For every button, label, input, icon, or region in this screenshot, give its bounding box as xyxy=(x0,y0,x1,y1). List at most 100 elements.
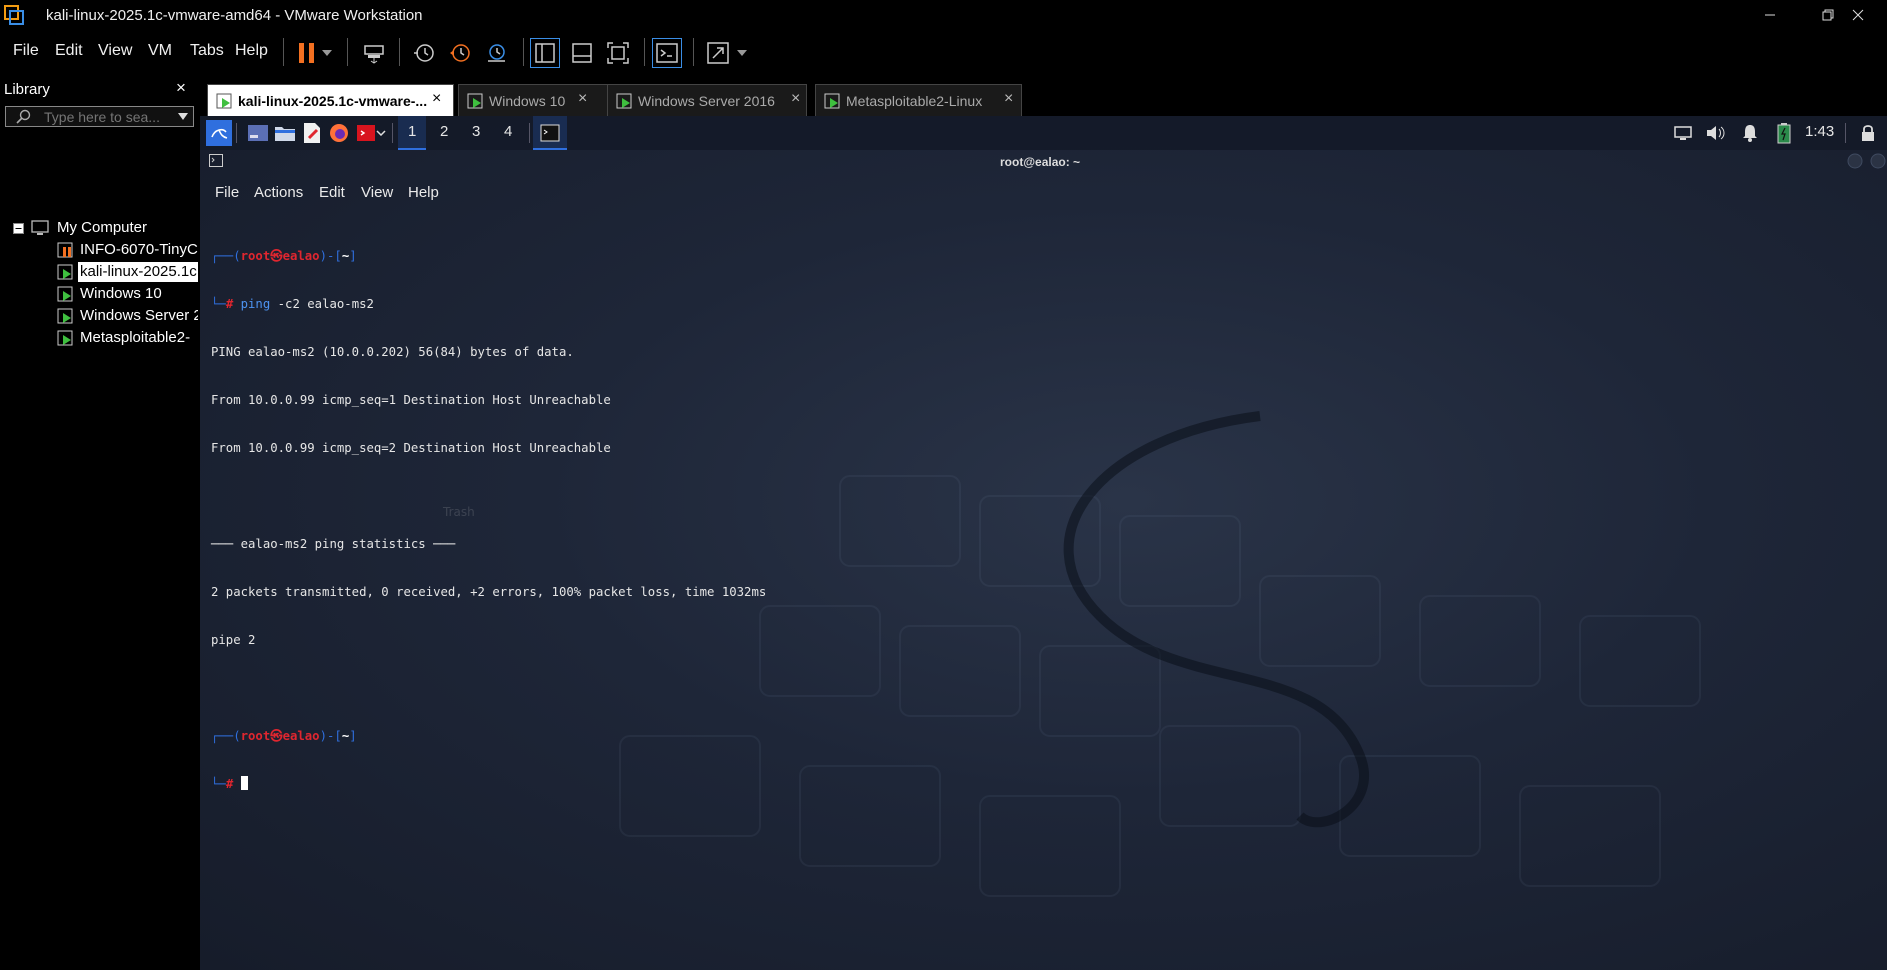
prompt-hash: # xyxy=(225,777,234,791)
kali-menu-icon[interactable] xyxy=(206,120,232,146)
library-header: Library × xyxy=(0,74,198,104)
prompt-open: ┌──( xyxy=(211,249,241,263)
thumbnail-view-icon[interactable] xyxy=(567,38,597,68)
tree-vm-item[interactable]: INFO-6070-TinyC xyxy=(57,240,198,260)
lock-icon[interactable] xyxy=(1855,120,1881,146)
vm-running-icon xyxy=(824,93,840,109)
firefox-icon[interactable] xyxy=(326,120,352,146)
minimize-icon[interactable] xyxy=(1741,0,1799,30)
menu-toolbar: File Edit View VM Tabs Help xyxy=(0,30,1887,74)
prompt-user: root xyxy=(240,729,271,743)
terminal-menu-edit[interactable]: Edit xyxy=(319,184,345,201)
workspace-2[interactable]: 2 xyxy=(440,123,448,140)
panel-clock[interactable]: 1:43 xyxy=(1805,123,1834,140)
fullscreen-icon[interactable] xyxy=(603,38,633,68)
menu-help[interactable]: Help xyxy=(235,42,268,60)
tab-close-icon[interactable]: × xyxy=(432,90,441,108)
battery-icon[interactable] xyxy=(1771,120,1797,146)
tree-vm-label: INFO-6070-TinyC xyxy=(80,241,198,258)
library-close-icon[interactable]: × xyxy=(176,78,186,98)
tab-close-icon[interactable]: × xyxy=(1004,90,1013,108)
file-manager-icon[interactable] xyxy=(272,120,298,146)
panel-separator xyxy=(1845,123,1846,143)
vm-tabbar: kali-linux-2025.1c-vmware-... × Windows … xyxy=(200,74,1887,116)
tree-vm-label: Windows 10 xyxy=(80,285,162,302)
library-panel: Library × My Computer INFO-6070-TinyC ka… xyxy=(0,74,198,970)
volume-icon[interactable] xyxy=(1703,120,1729,146)
tree-vm-item[interactable]: Windows Server 2 xyxy=(57,306,198,326)
stretch-guest-icon[interactable] xyxy=(703,38,733,68)
prompt-line-4: └─# xyxy=(211,776,1811,792)
menu-view[interactable]: View xyxy=(98,42,132,60)
terminal-maximize-icon[interactable] xyxy=(1870,153,1886,169)
collapse-icon[interactable] xyxy=(13,223,24,234)
terminal-output[interactable]: ┌──(root㉿ealao)-[~] └─# ping -c2 ealao-m… xyxy=(211,216,1811,824)
tree-vm-label: Windows Server 2 xyxy=(80,307,198,324)
workspace-3[interactable]: 3 xyxy=(472,123,480,140)
vm-tab-kali[interactable]: kali-linux-2025.1c-vmware-... × xyxy=(207,84,454,116)
prompt-line-3: ┌──(root㉿ealao)-[~] xyxy=(211,728,1811,744)
tab-label: Windows 10 xyxy=(489,93,566,109)
toolbar-separator xyxy=(399,38,400,66)
terminal-minimize-icon[interactable] xyxy=(1847,153,1863,169)
vm-running-icon xyxy=(467,93,483,109)
prompt-user: root xyxy=(240,249,271,263)
dropdown-arrow-icon[interactable] xyxy=(733,38,751,68)
guest-screen[interactable]: 1 2 3 4 1:43 root@ealao: ~ File Actions … xyxy=(200,116,1887,970)
workspace-4[interactable]: 4 xyxy=(504,123,512,140)
menu-file[interactable]: File xyxy=(13,42,39,60)
library-view-icon[interactable] xyxy=(530,38,560,68)
library-tree: My Computer INFO-6070-TinyC kali-linux-2… xyxy=(0,130,198,970)
chevron-down-icon[interactable] xyxy=(374,120,388,146)
send-ctrl-alt-del-icon[interactable] xyxy=(359,38,389,68)
display-icon[interactable] xyxy=(1670,120,1696,146)
vmware-icon[interactable] xyxy=(4,5,24,25)
revert-snapshot-icon[interactable] xyxy=(445,38,475,68)
menu-vm[interactable]: VM xyxy=(148,42,172,60)
prompt-open: ┌──( xyxy=(211,729,241,743)
tab-close-icon[interactable]: × xyxy=(791,90,800,108)
console-view-icon[interactable] xyxy=(652,38,682,68)
menu-edit[interactable]: Edit xyxy=(55,42,83,60)
terminal-menu-help[interactable]: Help xyxy=(408,184,439,201)
library-search-box[interactable] xyxy=(5,106,194,127)
tab-close-icon[interactable]: × xyxy=(578,90,587,108)
tab-label: Metasploitable2-Linux xyxy=(846,93,983,109)
text-editor-icon[interactable] xyxy=(299,120,325,146)
tab-label: kali-linux-2025.1c-vmware-... xyxy=(238,93,428,109)
library-search-input[interactable] xyxy=(44,108,174,125)
terminal-menu-file[interactable]: File xyxy=(215,184,239,201)
snapshot-icon[interactable] xyxy=(409,38,439,68)
toolbar-separator xyxy=(693,38,694,66)
tree-vm-item[interactable]: Windows 10 xyxy=(57,284,198,304)
notification-bell-icon[interactable] xyxy=(1737,120,1763,146)
desktop-trash-label: Trash xyxy=(443,505,475,519)
show-desktop-icon[interactable] xyxy=(245,120,271,146)
vm-running-icon xyxy=(57,286,73,302)
terminal-menu-view[interactable]: View xyxy=(361,184,393,201)
terminal-titlebar[interactable]: root@ealao: ~ xyxy=(200,150,1887,176)
terminal-menu-actions[interactable]: Actions xyxy=(254,184,303,201)
vm-running-icon xyxy=(616,93,632,109)
dropdown-arrow-icon[interactable] xyxy=(318,38,336,68)
prompt-line-2: └─# ping -c2 ealao-ms2 xyxy=(211,296,1811,312)
prompt-host: ealao xyxy=(282,249,320,263)
menu-tabs[interactable]: Tabs xyxy=(190,42,224,60)
prompt-mid: )-[ xyxy=(319,249,342,263)
tree-vm-item[interactable]: Metasploitable2- xyxy=(57,328,198,348)
tree-root[interactable]: My Computer xyxy=(13,218,193,238)
prompt-second: └─ xyxy=(211,297,226,311)
tree-vm-item-selected[interactable]: kali-linux-2025.1c xyxy=(57,262,198,282)
search-dropdown-icon[interactable] xyxy=(178,113,188,120)
terminal-window[interactable]: root@ealao: ~ File Actions Edit View Hel… xyxy=(200,150,1887,970)
workspace-1[interactable]: 1 xyxy=(408,123,416,140)
snapshot-manager-icon[interactable] xyxy=(481,38,511,68)
vm-tab-winserver[interactable]: Windows Server 2016 × xyxy=(607,84,807,116)
guest-panel: 1 2 3 4 1:43 xyxy=(200,116,1887,150)
output-line: pipe 2 xyxy=(211,633,256,647)
vm-tab-metasploitable[interactable]: Metasploitable2-Linux × xyxy=(815,84,1022,116)
panel-separator xyxy=(529,123,530,143)
terminal-task-icon[interactable] xyxy=(537,120,563,146)
close-icon[interactable] xyxy=(1829,0,1887,30)
